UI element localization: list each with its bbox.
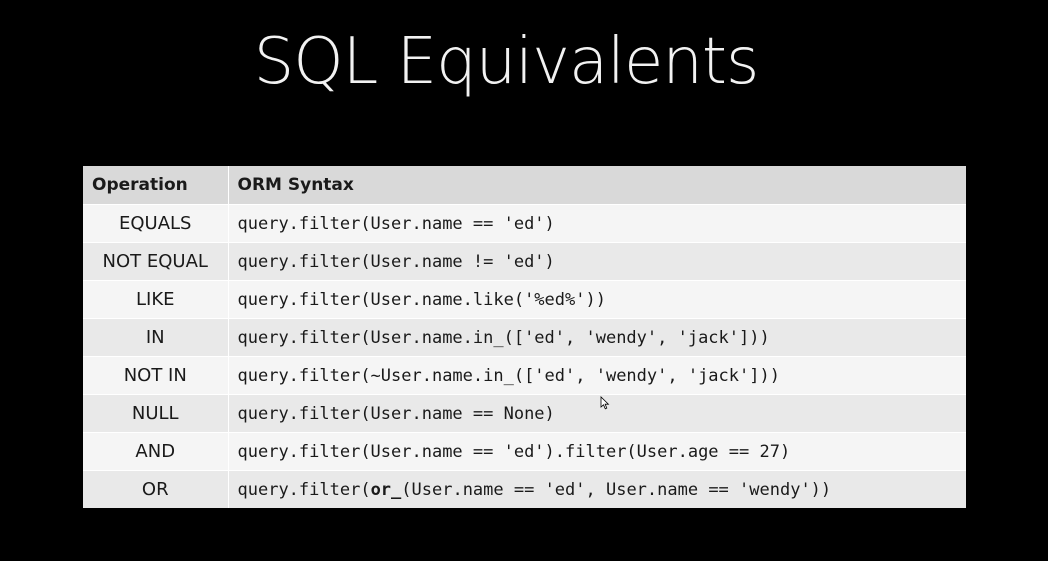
syntax-cell: query.filter(User.name != 'ed') bbox=[227, 242, 966, 281]
syntax-prefix: query.filter( bbox=[237, 479, 371, 500]
syntax-cell: query.filter(User.name.like('%ed%')) bbox=[227, 280, 966, 319]
syntax-cell: query.filter(or_(User.name == 'ed', User… bbox=[227, 470, 966, 508]
table-row: OR query.filter(or_(User.name == 'ed', U… bbox=[83, 470, 966, 508]
mouse-pointer-icon bbox=[600, 396, 610, 410]
header-orm-syntax: ORM Syntax bbox=[227, 166, 966, 205]
header-operation: Operation bbox=[83, 166, 228, 205]
table-row: NULL query.filter(User.name == None) bbox=[83, 394, 966, 433]
operation-cell: LIKE bbox=[83, 280, 228, 319]
table-row: IN query.filter(User.name.in_(['ed', 'we… bbox=[83, 318, 966, 357]
syntax-suffix: (User.name == 'ed', User.name == 'wendy'… bbox=[401, 479, 832, 500]
operation-cell: NOT EQUAL bbox=[83, 242, 228, 281]
operation-cell: IN bbox=[83, 318, 228, 357]
syntax-cell: query.filter(User.name == None) bbox=[227, 394, 966, 433]
orm-syntax-table: Operation ORM Syntax EQUALS query.filter… bbox=[83, 166, 966, 508]
table-row: AND query.filter(User.name == 'ed').filt… bbox=[83, 432, 966, 471]
syntax-cell: query.filter(User.name.in_(['ed', 'wendy… bbox=[227, 318, 966, 357]
syntax-cell: query.filter(User.name == 'ed') bbox=[227, 204, 966, 243]
operation-cell: OR bbox=[83, 470, 228, 508]
syntax-cell: query.filter(~User.name.in_(['ed', 'wend… bbox=[227, 356, 966, 395]
operation-cell: NULL bbox=[83, 394, 228, 433]
table-row: NOT IN query.filter(~User.name.in_(['ed'… bbox=[83, 356, 966, 395]
table-header-row: Operation ORM Syntax bbox=[83, 166, 966, 205]
slide-title: SQL Equivalents bbox=[253, 25, 760, 99]
operation-cell: AND bbox=[83, 432, 228, 471]
table-row: EQUALS query.filter(User.name == 'ed') bbox=[83, 204, 966, 243]
operation-cell: EQUALS bbox=[83, 204, 228, 243]
table-row: LIKE query.filter(User.name.like('%ed%')… bbox=[83, 280, 966, 319]
syntax-or-keyword: or_ bbox=[370, 479, 402, 500]
syntax-cell: query.filter(User.name == 'ed').filter(U… bbox=[227, 432, 966, 471]
sql-equivalents-table: Operation ORM Syntax EQUALS query.filter… bbox=[83, 166, 966, 508]
operation-cell: NOT IN bbox=[83, 356, 228, 395]
table-row: NOT EQUAL query.filter(User.name != 'ed'… bbox=[83, 242, 966, 281]
